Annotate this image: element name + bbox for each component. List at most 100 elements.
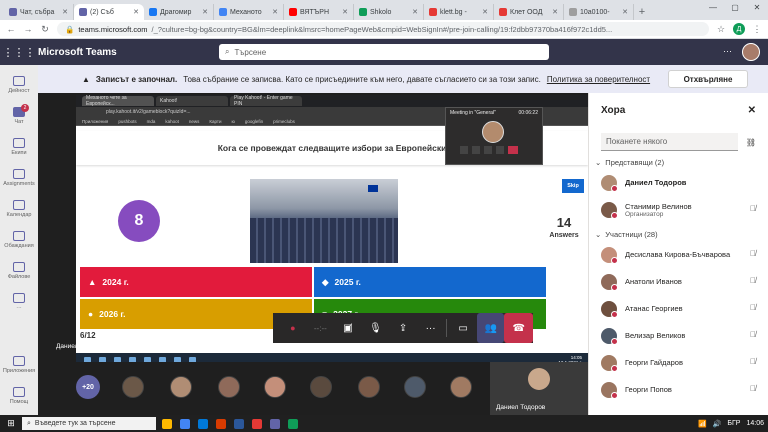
participant-avatar[interactable] bbox=[122, 376, 144, 398]
browser-tab[interactable]: Драгомир ✕ bbox=[144, 4, 214, 20]
minimize-icon[interactable]: — bbox=[702, 0, 724, 16]
rail-item[interactable]: ··· bbox=[0, 286, 38, 317]
participant-avatar[interactable] bbox=[450, 376, 472, 398]
clock[interactable]: 14:06 bbox=[746, 420, 764, 427]
close-tab-icon[interactable]: ✕ bbox=[272, 8, 278, 16]
url-field[interactable]: 🔒 teams.microsoft.com/_?culture=bg-bg&co… bbox=[57, 22, 709, 36]
answers-label: Answers bbox=[549, 232, 579, 239]
browser-tab[interactable]: klett.bg - ✕ bbox=[424, 4, 494, 20]
participant-avatar[interactable] bbox=[404, 376, 426, 398]
answer-blue[interactable]: ◆ 2025 г. bbox=[314, 267, 546, 297]
participant-row[interactable]: Анатоли Иванов 🎙̸ bbox=[589, 268, 768, 295]
close-panel-icon[interactable]: ✕ bbox=[748, 105, 756, 116]
windows-start-icon[interactable]: ⊞ bbox=[0, 415, 22, 432]
close-tab-icon[interactable]: ✕ bbox=[482, 8, 488, 16]
invite-input[interactable]: Поканете някого bbox=[601, 133, 738, 151]
tab-label: klett.bg - bbox=[440, 8, 467, 16]
triangle-icon: ▲ bbox=[88, 277, 97, 287]
participant-avatar[interactable] bbox=[170, 376, 192, 398]
participant-row[interactable]: Даниел Тодоров bbox=[589, 169, 768, 196]
browser-tab[interactable]: 10a0100- ✕ bbox=[564, 4, 634, 20]
more-actions-icon[interactable]: ··· bbox=[417, 313, 445, 343]
participant-row[interactable]: Атанас Георгиев 🎙̸ bbox=[589, 295, 768, 322]
rail-item[interactable]: Календар bbox=[0, 193, 38, 224]
rail-item[interactable]: Помощ bbox=[0, 380, 38, 411]
rail-item[interactable]: Assignments bbox=[0, 162, 38, 193]
app-icon[interactable] bbox=[288, 418, 298, 429]
reload-icon[interactable]: ↻ bbox=[40, 24, 50, 35]
browser-tab[interactable]: ВЯТЪРН ✕ bbox=[284, 4, 354, 20]
answer-red[interactable]: ▲ 2024 г. bbox=[80, 267, 312, 297]
participant-row[interactable]: Десислава Кирова-Бъчварова 🎙̸ bbox=[589, 241, 768, 268]
back-icon[interactable]: ← bbox=[6, 24, 16, 34]
skip-button[interactable]: Skip bbox=[562, 179, 584, 193]
user-avatar[interactable] bbox=[742, 43, 760, 61]
privacy-link[interactable]: Политика за поверителност bbox=[547, 75, 650, 84]
rail-item[interactable]: Приложения bbox=[0, 349, 38, 380]
word-icon[interactable] bbox=[234, 418, 244, 429]
profile-avatar[interactable]: Д bbox=[733, 23, 745, 35]
taskbar-search[interactable]: ⌕ Въведете тук за търсене bbox=[22, 417, 156, 430]
participant-avatar[interactable] bbox=[358, 376, 380, 398]
maximize-icon[interactable]: ▢ bbox=[724, 0, 746, 16]
app-launcher-icon[interactable]: ⋮⋮⋮ bbox=[0, 46, 38, 59]
rail-item[interactable]: Дейност bbox=[0, 69, 38, 100]
teams-icon[interactable] bbox=[270, 418, 280, 429]
close-window-icon[interactable]: ✕ bbox=[746, 0, 768, 16]
close-tab-icon[interactable]: ✕ bbox=[202, 8, 208, 16]
close-tab-icon[interactable]: ✕ bbox=[412, 8, 418, 16]
participants-icon[interactable]: 👥 bbox=[476, 313, 505, 343]
share-screen-icon[interactable]: ⇪ bbox=[389, 313, 417, 343]
rail-item[interactable]: Обаждания bbox=[0, 224, 38, 255]
close-tab-icon[interactable]: ✕ bbox=[133, 8, 139, 16]
camera-off-icon[interactable]: ▣̸ bbox=[334, 313, 362, 343]
edge-icon[interactable] bbox=[198, 418, 208, 429]
participant-avatar[interactable] bbox=[264, 376, 286, 398]
browser-tab[interactable]: Механото ✕ bbox=[214, 4, 284, 20]
language-indicator[interactable]: БГР bbox=[727, 420, 740, 427]
mini-controls bbox=[460, 146, 518, 154]
browser-tab[interactable]: Shkolo ✕ bbox=[354, 4, 424, 20]
powerpoint-icon[interactable] bbox=[216, 418, 226, 429]
participant-avatar[interactable] bbox=[310, 376, 332, 398]
browser-tab[interactable]: Клет ООД ✕ bbox=[494, 4, 564, 20]
presenters-header[interactable]: ⌄ Представящи (2) bbox=[589, 151, 768, 169]
participant-row[interactable]: Георги Гайдаров 🎙̸ bbox=[589, 349, 768, 376]
attendees-header[interactable]: ⌄ Участници (28) bbox=[589, 223, 768, 241]
copy-link-icon[interactable]: ⛓ bbox=[746, 138, 756, 147]
hang-up-button[interactable]: ☎ bbox=[504, 313, 533, 343]
network-icon[interactable]: 📶 bbox=[698, 420, 707, 428]
more-options-icon[interactable]: ··· bbox=[723, 46, 732, 56]
search-input[interactable]: ⌕ Търсене bbox=[219, 44, 549, 60]
rail-item[interactable]: Чат 2 bbox=[0, 100, 38, 131]
rail-icon bbox=[13, 75, 25, 86]
participant-row[interactable]: Велизар Великов 🎙̸ bbox=[589, 322, 768, 349]
close-tab-icon[interactable]: ✕ bbox=[552, 8, 558, 16]
participant-row[interactable]: Георги Попов 🎙̸ bbox=[589, 376, 768, 403]
rail-item[interactable]: Файлове bbox=[0, 255, 38, 286]
star-icon[interactable]: ☆ bbox=[716, 24, 726, 35]
microphone-icon[interactable]: 🎙 bbox=[362, 313, 390, 343]
more-participants-button[interactable]: +20 bbox=[76, 375, 100, 399]
browser-tab[interactable]: (2) Съб ✕ bbox=[74, 4, 144, 20]
mic-muted-icon: 🎙̸ bbox=[750, 384, 756, 393]
participant-avatar[interactable] bbox=[218, 376, 240, 398]
browser-menu-icon[interactable]: ⋮ bbox=[752, 24, 762, 35]
lock-icon: 🔒 bbox=[65, 24, 75, 34]
tab-favicon-icon bbox=[219, 8, 227, 16]
file-explorer-icon[interactable] bbox=[162, 418, 172, 429]
close-tab-icon[interactable]: ✕ bbox=[342, 8, 348, 16]
forward-icon[interactable]: → bbox=[23, 24, 33, 34]
browser-tab[interactable]: Чат, събра ✕ bbox=[4, 4, 74, 20]
chrome-icon[interactable] bbox=[180, 418, 190, 429]
participant-row[interactable]: Станимир Велинов Организатор 🎙̸ bbox=[589, 196, 768, 223]
chat-icon[interactable]: ▭ bbox=[449, 313, 477, 343]
volume-icon[interactable]: 🔊 bbox=[713, 420, 722, 428]
decline-button[interactable]: Отхвърляне bbox=[668, 70, 748, 88]
close-tab-icon[interactable]: ✕ bbox=[622, 8, 628, 16]
answers-count: 14 bbox=[556, 215, 572, 230]
close-tab-icon[interactable]: ✕ bbox=[62, 8, 68, 16]
rail-item[interactable]: Екипи bbox=[0, 131, 38, 162]
new-tab-icon[interactable]: + bbox=[634, 4, 650, 20]
pdf-icon[interactable] bbox=[252, 418, 262, 429]
